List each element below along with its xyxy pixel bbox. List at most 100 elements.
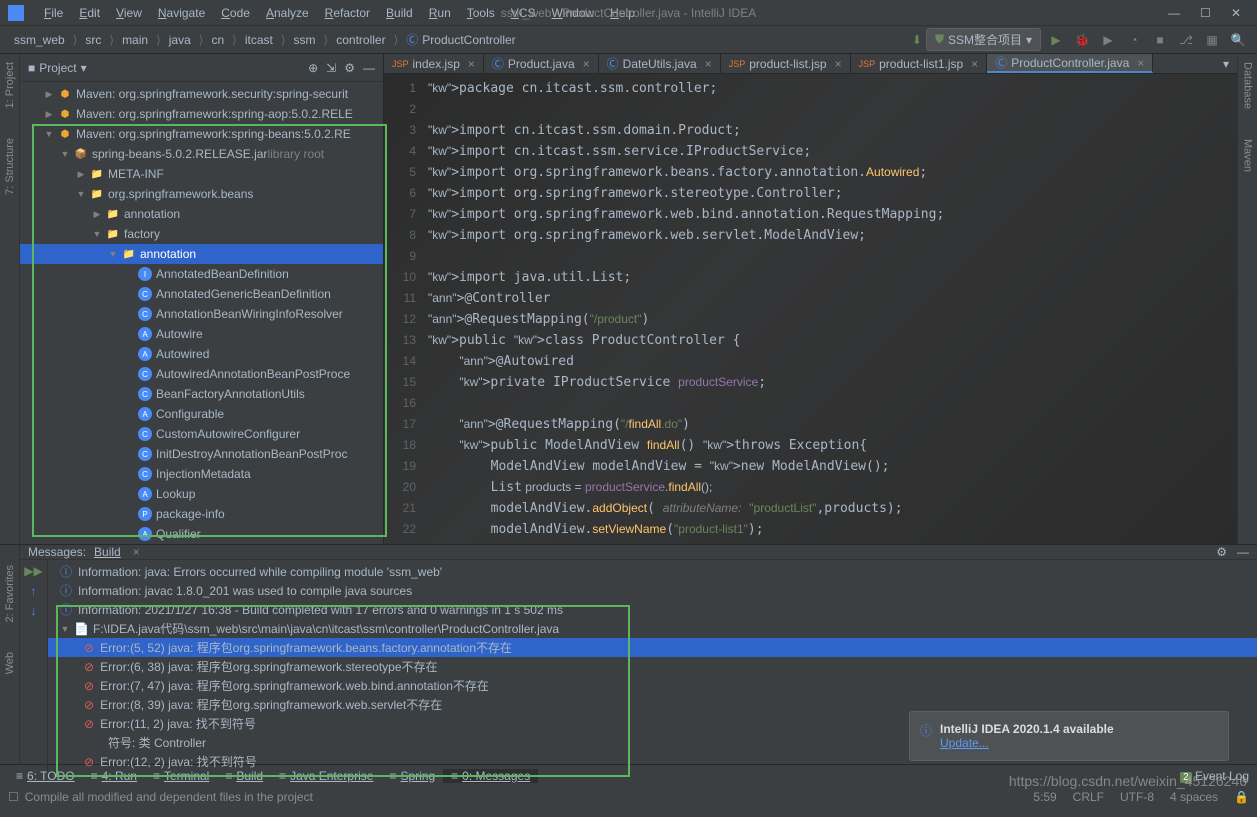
tree-item[interactable]: Ppackage-info <box>20 504 383 524</box>
profile-icon[interactable]: ◔ <box>1123 29 1145 51</box>
menu-analyze[interactable]: Analyze <box>258 6 317 20</box>
minimize-icon[interactable]: — <box>1168 6 1180 20</box>
editor-tab[interactable]: JSPproduct-list.jsp× <box>721 54 851 73</box>
update-notification[interactable]: ⓘ IntelliJ IDEA 2020.1.4 available Updat… <box>909 711 1229 761</box>
rail-maven[interactable]: Maven <box>1242 139 1254 172</box>
breadcrumb-item[interactable]: java <box>163 33 197 47</box>
menu-build[interactable]: Build <box>378 6 421 20</box>
build-tab[interactable]: Build <box>86 545 129 559</box>
tree-item[interactable]: IAnnotatedBeanDefinition <box>20 264 383 284</box>
down-icon[interactable]: ↓ <box>31 604 37 618</box>
message-line[interactable]: ⓘInformation: 2021/1/27 16:38 - Build co… <box>48 600 1257 619</box>
tree-item[interactable]: AAutowire <box>20 324 383 344</box>
code-editor[interactable]: "kw">package cn.itcast.ssm.controller;"k… <box>424 74 1237 544</box>
message-line[interactable]: ⓘInformation: java: Errors occurred whil… <box>48 562 1257 581</box>
tree-item[interactable]: ▼⬢Maven: org.springframework:spring-bean… <box>20 124 383 144</box>
tree-item[interactable]: CAnnotatedGenericBeanDefinition <box>20 284 383 304</box>
project-tree[interactable]: ▶⬢Maven: org.springframework.security:sp… <box>20 82 383 544</box>
msg-hide-icon[interactable]: — <box>1237 545 1249 559</box>
message-line[interactable]: ⊘Error:(7, 47) java: 程序包org.springframew… <box>48 676 1257 695</box>
search-icon[interactable]: 🔍 <box>1227 29 1249 51</box>
breadcrumb-item[interactable]: cn <box>205 33 230 47</box>
rail-database[interactable]: Database <box>1242 62 1254 109</box>
breadcrumb-item[interactable]: ssm_web <box>8 33 71 47</box>
structure-icon[interactable]: ▦ <box>1201 29 1223 51</box>
lock-icon[interactable]: 🔒 <box>1234 790 1249 804</box>
menu-view[interactable]: View <box>108 6 150 20</box>
rail-project[interactable]: 1: Project <box>4 62 16 108</box>
breadcrumb-item[interactable]: itcast <box>239 33 279 47</box>
update-link[interactable]: Update... <box>940 736 989 750</box>
menu-edit[interactable]: Edit <box>71 6 108 20</box>
locate-icon[interactable]: ⊕ <box>308 61 318 75</box>
rail-structure[interactable]: 7: Structure <box>4 138 16 195</box>
tree-item[interactable]: ▶📁META-INF <box>20 164 383 184</box>
stop-icon[interactable]: ■ <box>1149 29 1171 51</box>
message-line[interactable]: ⊘Error:(5, 52) java: 程序包org.springframew… <box>48 638 1257 657</box>
run-config-selector[interactable]: ⛊ SSM整合项目 ▾ <box>926 28 1041 51</box>
breadcrumb-item[interactable]: ssm <box>288 33 322 47</box>
run-icon[interactable]: ▶ <box>1045 29 1067 51</box>
debug-icon[interactable]: 🐞 <box>1071 29 1093 51</box>
tree-item[interactable]: CInitDestroyAnnotationBeanPostProc <box>20 444 383 464</box>
menu-navigate[interactable]: Navigate <box>150 6 213 20</box>
collapse-icon[interactable]: ⇲ <box>326 61 336 75</box>
tree-item[interactable]: CAutowiredAnnotationBeanPostProce <box>20 364 383 384</box>
editor-tab[interactable]: ⒸProduct.java× <box>484 54 599 73</box>
menu-refactor[interactable]: Refactor <box>317 6 378 20</box>
close-icon[interactable]: ✕ <box>1231 6 1241 20</box>
menu-code[interactable]: Code <box>213 6 258 20</box>
editor-tab[interactable]: ⒸDateUtils.java× <box>599 54 721 73</box>
tree-item[interactable]: AQualifier <box>20 524 383 544</box>
tree-item[interactable]: ▼📁annotation <box>20 244 383 264</box>
breadcrumb-item[interactable]: src <box>79 33 107 47</box>
message-line[interactable]: ⊘Error:(6, 38) java: 程序包org.springframew… <box>48 657 1257 676</box>
tree-item[interactable]: AAutowired <box>20 344 383 364</box>
vcs-icon[interactable]: ⎇ <box>1175 29 1197 51</box>
tree-item[interactable]: ▼📦spring-beans-5.0.2.RELEASE.jar library… <box>20 144 383 164</box>
close-tab-icon[interactable]: × <box>705 57 712 71</box>
tree-item[interactable]: CAnnotationBeanWiringInfoResolver <box>20 304 383 324</box>
tree-item[interactable]: CInjectionMetadata <box>20 464 383 484</box>
editor-tab[interactable]: JSPindex.jsp× <box>384 54 484 73</box>
msg-gear-icon[interactable]: ⚙ <box>1216 545 1227 559</box>
maximize-icon[interactable]: ☐ <box>1200 6 1211 20</box>
build-icon[interactable]: ⬇ <box>912 33 922 47</box>
hide-icon[interactable]: — <box>363 61 375 75</box>
tree-item[interactable]: ▼📁factory <box>20 224 383 244</box>
close-tab-icon[interactable]: × <box>1137 56 1144 70</box>
message-line[interactable]: ⓘInformation: javac 1.8.0_201 was used t… <box>48 581 1257 600</box>
tree-item[interactable]: ALookup <box>20 484 383 504</box>
status-item[interactable]: 4 spaces <box>1170 790 1218 804</box>
breadcrumb-item[interactable]: main <box>116 33 154 47</box>
up-icon[interactable]: ↑ <box>31 584 37 598</box>
rail-web[interactable]: Web <box>4 652 16 674</box>
tree-item[interactable]: ▶⬢Maven: org.springframework.security:sp… <box>20 84 383 104</box>
close-tab-icon[interactable]: × <box>468 57 475 71</box>
close-tab-icon[interactable]: × <box>971 57 978 71</box>
gear-icon[interactable]: ⚙ <box>344 61 355 75</box>
close-tab-icon[interactable]: × <box>133 545 140 559</box>
tab-dropdown-icon[interactable]: ▾ <box>1215 57 1237 71</box>
coverage-icon[interactable]: ▶ <box>1097 29 1119 51</box>
tree-item[interactable]: ▼📁org.springframework.beans <box>20 184 383 204</box>
status-item[interactable]: UTF-8 <box>1120 790 1154 804</box>
message-line[interactable]: ▼📄F:\IDEA.java代码\ssm_web\src\main\java\c… <box>48 619 1257 638</box>
close-tab-icon[interactable]: × <box>835 57 842 71</box>
editor-tab[interactable]: JSPproduct-list1.jsp× <box>851 54 988 73</box>
tree-item[interactable]: ▶📁annotation <box>20 204 383 224</box>
rerun-icon[interactable]: ▶▶ <box>24 564 42 578</box>
menu-file[interactable]: File <box>36 6 71 20</box>
breadcrumb-item[interactable]: controller <box>330 33 391 47</box>
menu-tools[interactable]: Tools <box>459 6 503 20</box>
status-item[interactable]: CRLF <box>1073 790 1104 804</box>
rail-favorites[interactable]: 2: Favorites <box>4 565 16 622</box>
close-tab-icon[interactable]: × <box>583 57 590 71</box>
menu-run[interactable]: Run <box>421 6 459 20</box>
editor-tab[interactable]: ⒸProductController.java× <box>987 54 1153 73</box>
tree-item[interactable]: AConfigurable <box>20 404 383 424</box>
tree-item[interactable]: CCustomAutowireConfigurer <box>20 424 383 444</box>
tree-item[interactable]: ▶⬢Maven: org.springframework:spring-aop:… <box>20 104 383 124</box>
status-item[interactable]: 5:59 <box>1033 790 1056 804</box>
tree-item[interactable]: CBeanFactoryAnnotationUtils <box>20 384 383 404</box>
